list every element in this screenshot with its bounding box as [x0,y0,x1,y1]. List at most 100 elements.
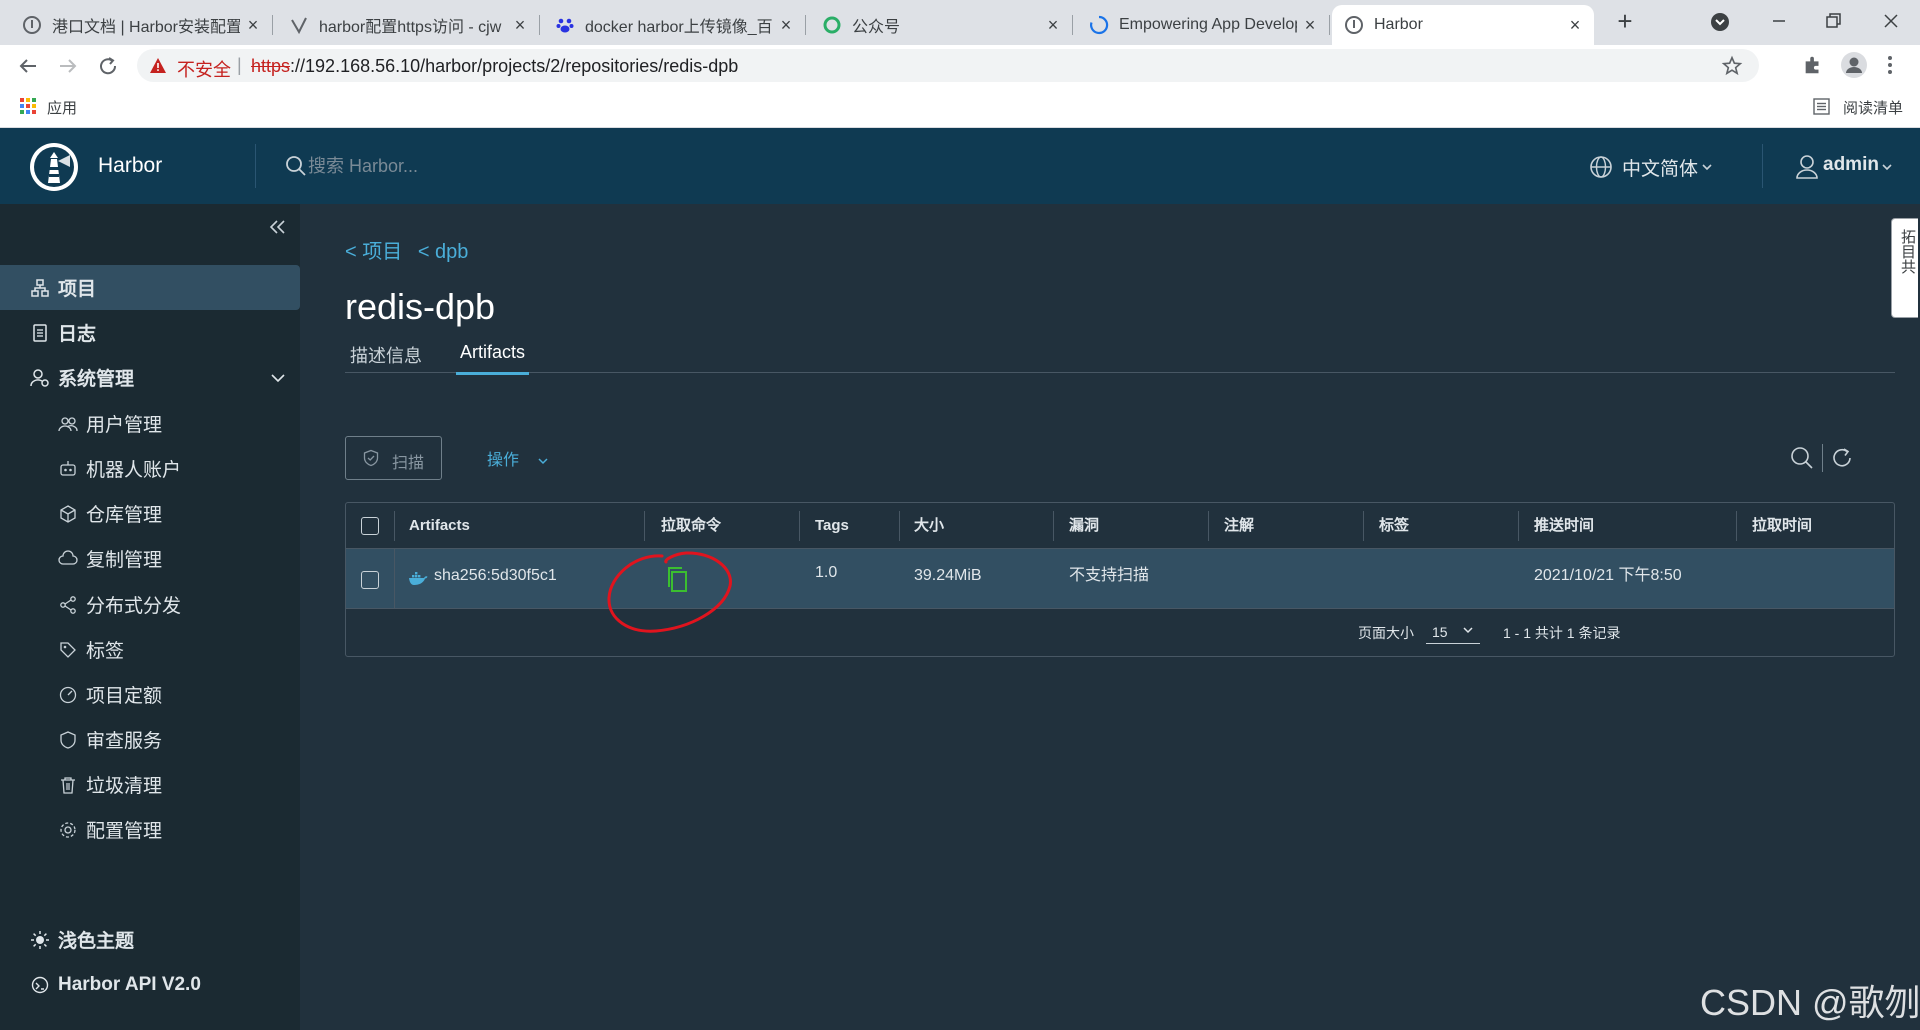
language-selector[interactable]: 中文简体 [1622,154,1698,181]
browser-tab-harbor-active[interactable]: Harbor × [1332,5,1594,45]
browser-menu-icon[interactable] [1886,54,1894,76]
browser-tab-5[interactable]: Empowering App Develop × [1077,5,1330,45]
projects-icon [31,278,49,297]
artifact-digest-link[interactable]: sha256:5d30f5c1 [434,549,557,609]
harbor-api-link[interactable]: Harbor API V2.0 [0,962,300,1007]
tab-title: docker harbor上传镜像_百 [585,19,773,36]
sidebar-item-quotas[interactable]: 项目定额 [0,672,300,717]
reading-list-label[interactable]: 阅读清单 [1843,97,1903,118]
sidebar-item-label: 审查服务 [86,731,163,752]
reload-icon[interactable] [96,54,120,78]
close-tab-icon[interactable]: × [240,15,266,36]
sidebar-item-projects[interactable]: 项目 [0,265,300,310]
sidebar-item-gc[interactable]: 垃圾清理 [0,762,300,807]
sidebar-item-interrogation[interactable]: 审查服务 [0,717,300,762]
sidebar-item-label: 项目 [58,279,97,300]
brand-name[interactable]: Harbor [98,154,162,178]
bookmark-apps[interactable]: 应用 [47,97,77,118]
column-header-pull-time[interactable]: 拉取时间 [1752,503,1812,549]
close-tab-icon[interactable]: × [1040,15,1066,36]
omnibox[interactable]: 不安全 | https://192.168.56.10/harbor/proje… [137,49,1759,82]
header-divider [1762,144,1763,188]
sidebar-item-logs[interactable]: 日志 [0,310,300,355]
globe-icon [1590,156,1612,178]
sidebar-item-label: 系统管理 [58,369,135,390]
sidebar-item-registries[interactable]: 仓库管理 [0,491,300,536]
breadcrumb-projects-link[interactable]: < 项目 [345,241,402,263]
harbor-logo-icon[interactable] [28,141,80,193]
column-header-vulnerabilities[interactable]: 漏洞 [1069,503,1099,549]
sidebar-item-distribution[interactable]: 分布式分发 [0,582,300,627]
scan-button[interactable]: 扫描 [345,436,442,480]
page-title: redis-dpb [345,286,496,327]
global-search-input[interactable] [308,152,608,180]
column-header-artifacts[interactable]: Artifacts [409,503,470,549]
profile-avatar-icon[interactable] [1840,51,1868,79]
bookmark-star-icon[interactable] [1721,55,1743,77]
column-header-annotations[interactable]: 注解 [1224,503,1254,549]
extensions-puzzle-icon[interactable] [1802,54,1824,76]
tab-title: 港口文档 | Harbor安装配置 [52,19,240,36]
column-header-push-time[interactable]: 推送时间 [1534,503,1594,549]
minimize-window-icon[interactable] [1768,10,1790,32]
chevron-down-icon[interactable] [1701,162,1713,172]
sidebar-item-administration[interactable]: 系统管理 [0,355,300,400]
shield-check-icon [363,449,379,467]
close-tab-icon[interactable]: × [773,15,799,36]
back-arrow-icon[interactable] [16,54,40,78]
select-all-checkbox[interactable] [361,517,379,535]
sidebar-item-users[interactable]: 用户管理 [0,401,300,446]
browser-tab-4[interactable]: 公众号 × [810,5,1073,45]
new-tab-button[interactable]: + [1610,6,1640,36]
apps-grid-icon[interactable] [20,98,36,114]
browser-tab-1[interactable]: 港口文档 | Harbor安装配置 × [10,5,273,45]
restore-window-icon[interactable] [1822,10,1844,32]
search-artifacts-icon[interactable] [1790,446,1814,470]
tab-artifacts[interactable]: Artifacts [456,342,530,375]
page-size-select[interactable]: 15 [1426,617,1480,644]
close-tab-icon[interactable]: × [507,15,533,36]
docker-whale-icon [409,572,428,585]
refresh-icon[interactable] [1830,446,1854,470]
theme-toggle[interactable]: 浅色主题 [0,917,300,962]
column-header-pull-command[interactable]: 拉取命令 [661,503,721,549]
search-icon[interactable] [285,155,307,177]
actions-dropdown[interactable]: 操作 [487,446,549,470]
column-header-labels[interactable]: 标签 [1379,503,1409,549]
warning-triangle-icon[interactable] [149,57,167,74]
sidebar-item-replications[interactable]: 复制管理 [0,536,300,581]
tab-search-icon[interactable] [1710,12,1730,32]
breadcrumb-dpb-link[interactable]: < dpb [418,241,469,263]
tab-title: Harbor [1374,16,1423,33]
sidebar-item-labels[interactable]: 标签 [0,627,300,672]
reading-list-icon[interactable] [1813,98,1830,115]
csdn-watermark: CSDN @歌刎 [1700,982,1920,1023]
url-text[interactable]: https://192.168.56.10/harbor/projects/2/… [251,56,738,77]
close-window-icon[interactable] [1880,10,1902,32]
column-header-tags[interactable]: Tags [815,503,849,549]
chevron-down-icon[interactable] [1881,162,1893,172]
user-menu[interactable]: admin [1823,154,1879,176]
column-header-size[interactable]: 大小 [914,503,944,549]
sidebar-item-robot-accounts[interactable]: 机器人账户 [0,446,300,491]
close-tab-icon[interactable]: × [1297,15,1323,36]
browser-tab-2[interactable]: harbor配置https访问 - cjw × [277,5,540,45]
not-secure-label[interactable]: 不安全 [177,56,231,82]
artifact-tags[interactable]: 1.0 [815,549,837,609]
side-feedback-tab[interactable]: 拓目共 [1891,218,1918,318]
row-select-checkbox[interactable] [361,571,379,589]
sidebar-item-label: 项目定额 [86,686,163,707]
artifacts-datagrid: Artifacts 拉取命令 Tags 大小 漏洞 注解 标签 推送时间 拉取时… [345,502,1895,657]
table-row[interactable]: sha256:5d30f5c1 1.0 39.24MiB 不支持扫描 2021/… [346,549,1894,609]
forward-arrow-icon[interactable] [56,54,80,78]
sidebar-item-label: 分布式分发 [86,596,182,617]
chevron-down-icon[interactable] [270,373,286,383]
api-label: Harbor API V2.0 [58,973,201,995]
tab-description[interactable]: 描述信息 [350,342,422,368]
loading-spinner-icon [1090,15,1109,35]
sidebar-item-configuration[interactable]: 配置管理 [0,807,300,852]
browser-tab-3[interactable]: docker harbor上传镜像_百 × [543,5,806,45]
chevron-down-icon [1463,627,1473,634]
collapse-sidebar-icon[interactable] [268,218,288,236]
close-tab-icon[interactable]: × [1562,15,1588,36]
